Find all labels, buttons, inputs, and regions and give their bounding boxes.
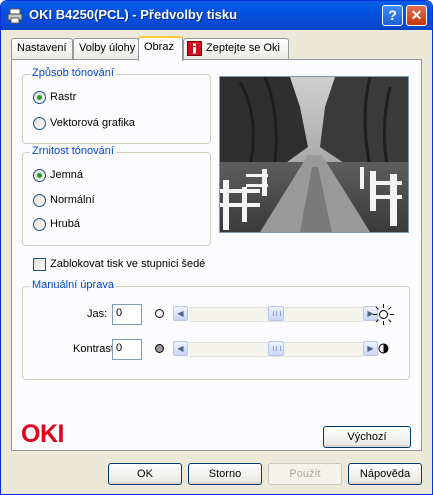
radio-fine-label[interactable]: Jemná xyxy=(50,169,83,181)
oki-logo-text: OKI xyxy=(21,421,64,445)
contrast-increase-button[interactable]: ▶ xyxy=(363,341,378,356)
radio-fine[interactable] xyxy=(33,169,46,182)
manual-adjust-title: Manuální úprava xyxy=(30,279,116,291)
tab-job-options[interactable]: Volby úlohy xyxy=(73,38,139,59)
window-title: OKI B4250(PCL) - Předvolby tisku xyxy=(29,7,238,22)
brightness-value[interactable]: 0 xyxy=(112,304,142,325)
help-button[interactable]: Nápověda xyxy=(348,463,422,485)
radio-normal-label[interactable]: Normální xyxy=(50,194,95,206)
contrast-value[interactable]: 0 xyxy=(112,339,142,360)
country-road-photo xyxy=(220,77,408,232)
brightness-high-icon xyxy=(373,304,394,325)
tab-ask-oki-label: Zeptejte se Oki xyxy=(206,42,280,54)
contrast-high-icon xyxy=(378,343,389,354)
oki-logo: OKI xyxy=(21,420,103,448)
brightness-slider-thumb[interactable] xyxy=(268,306,284,321)
tab-image-label: Obraz xyxy=(144,41,174,53)
coarseness-group: Zrnitost tónování Jemná Normální Hrubá xyxy=(22,145,211,246)
preview-image xyxy=(219,76,409,233)
coarseness-group-title: Zrnitost tónování xyxy=(30,145,116,157)
radio-raster[interactable] xyxy=(33,91,46,104)
contrast-label: Kontrast: xyxy=(73,343,118,355)
tab-settings[interactable]: Nastavení xyxy=(11,38,73,59)
radio-coarse-label[interactable]: Hrubá xyxy=(50,218,80,230)
printer-icon xyxy=(7,8,23,24)
title-bar[interactable]: OKI B4250(PCL) - Předvolby tisku ? ✕ xyxy=(1,1,432,30)
default-button[interactable]: Výchozí xyxy=(323,426,411,448)
oki-logo-svg: OKI xyxy=(21,420,64,448)
method-group: Způsob tónování Rastr Vektorová grafika xyxy=(22,67,211,144)
grayscale-checkbox[interactable] xyxy=(33,258,46,271)
ok-button[interactable]: OK xyxy=(108,463,182,485)
radio-vector-label[interactable]: Vektorová grafika xyxy=(50,117,135,129)
manual-adjust-group: Manuální úprava Jas: 0 ◀ ▶ Kontrast: 0 ◀ xyxy=(22,279,410,380)
brightness-low-icon xyxy=(155,309,164,318)
radio-raster-label[interactable]: Rastr xyxy=(50,91,76,103)
apply-button[interactable]: Použít xyxy=(268,463,342,485)
grayscale-checkbox-label[interactable]: Zablokovat tisk ve stupnici šedé xyxy=(50,258,205,270)
close-button[interactable]: ✕ xyxy=(406,5,427,26)
tab-ask-oki[interactable]: Zeptejte se Oki xyxy=(183,38,289,59)
print-preferences-window: OKI B4250(PCL) - Předvolby tisku ? ✕ Nas… xyxy=(0,0,433,495)
radio-vector[interactable] xyxy=(33,117,46,130)
help-title-button[interactable]: ? xyxy=(382,5,403,26)
method-group-title: Způsob tónování xyxy=(30,67,116,79)
tab-job-options-label: Volby úlohy xyxy=(79,42,136,54)
tab-image[interactable]: Obraz xyxy=(138,36,183,61)
brightness-decrease-button[interactable]: ◀ xyxy=(173,306,188,321)
radio-coarse[interactable] xyxy=(33,218,46,231)
brightness-label: Jas: xyxy=(87,308,108,320)
tab-settings-label: Nastavení xyxy=(17,42,67,54)
radio-normal[interactable] xyxy=(33,194,46,207)
contrast-low-icon xyxy=(155,344,164,353)
cancel-button[interactable]: Storno xyxy=(188,463,262,485)
info-icon xyxy=(187,41,202,56)
contrast-slider-thumb[interactable] xyxy=(268,341,284,356)
image-tab-panel: Způsob tónování Rastr Vektorová grafika … xyxy=(11,59,422,451)
contrast-decrease-button[interactable]: ◀ xyxy=(173,341,188,356)
